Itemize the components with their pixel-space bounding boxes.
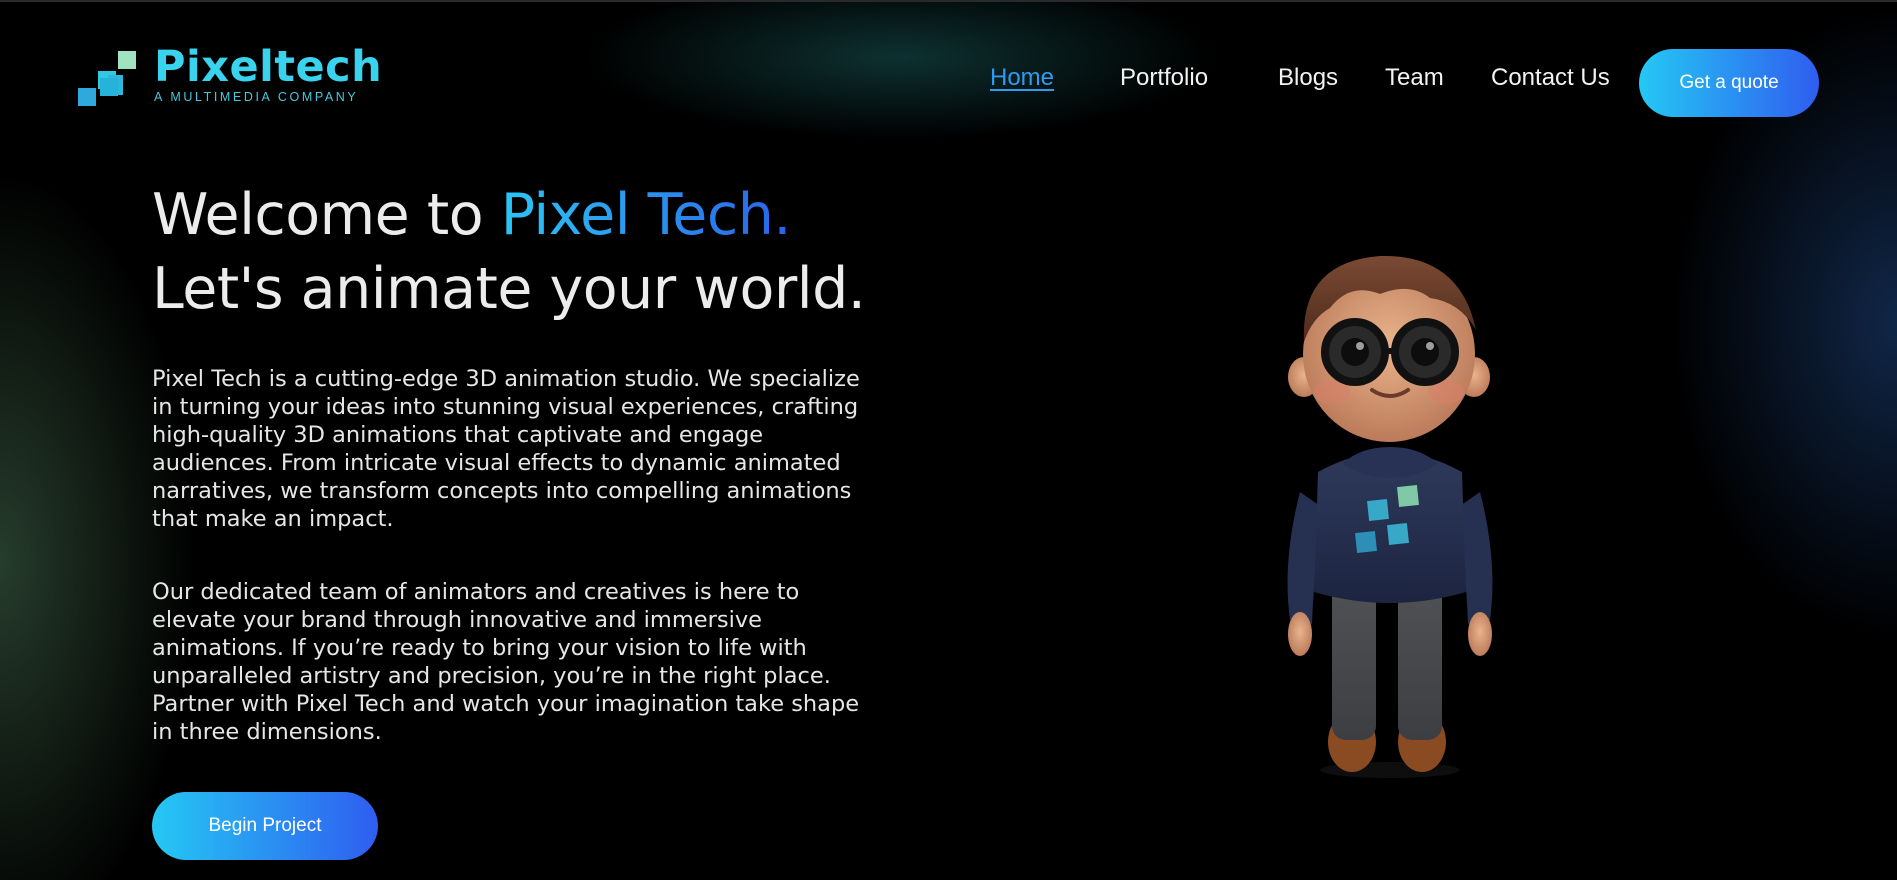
brand-text: Pixeltech A MULTIMEDIA COMPANY — [154, 42, 382, 104]
brand-tagline: A MULTIMEDIA COMPANY — [154, 90, 359, 104]
nav-team[interactable]: Team — [1385, 64, 1444, 92]
hero-title-prefix: Welcome to — [152, 182, 501, 248]
get-a-quote-button[interactable]: Get a quote — [1639, 49, 1819, 117]
nav-home[interactable]: Home — [990, 64, 1054, 92]
pixel-squares-logo-icon — [78, 48, 140, 110]
nav-portfolio[interactable]: Portfolio — [1120, 64, 1208, 92]
brand-logo[interactable]: Pixeltech A MULTIMEDIA COMPANY — [78, 42, 382, 110]
nav-contact-us[interactable]: Contact Us — [1491, 64, 1610, 92]
hero-title-accent: Pixel Tech. — [500, 182, 792, 248]
3d-character-illustration — [1287, 255, 1493, 778]
page: Pixeltech A MULTIMEDIA COMPANY Home Port… — [0, 0, 1897, 880]
hero-title: Welcome to Pixel Tech. Let's animate you… — [152, 178, 866, 326]
hero-paragraph-1: Pixel Tech is a cutting-edge 3D animatio… — [152, 366, 860, 532]
hero-paragraph-2: Our dedicated team of animators and crea… — [152, 579, 860, 745]
nav-blogs[interactable]: Blogs — [1278, 64, 1338, 92]
brand-name: Pixeltech — [154, 42, 383, 92]
hero-title-line2: Let's animate your world. — [152, 256, 866, 322]
begin-project-button[interactable]: Begin Project — [152, 792, 378, 860]
